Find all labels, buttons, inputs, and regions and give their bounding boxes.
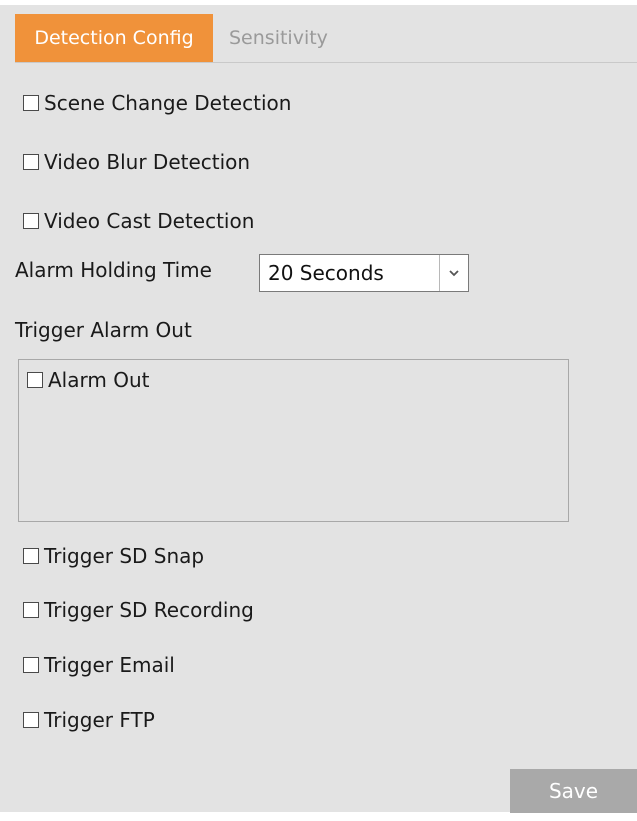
alarm-out-label: Alarm Out	[48, 368, 150, 392]
trigger-ftp-checkbox[interactable]	[23, 712, 39, 728]
trigger-sd-recording-label: Trigger SD Recording	[44, 598, 254, 622]
tab-detection-config[interactable]: Detection Config	[15, 14, 213, 62]
video-cast-detection-label: Video Cast Detection	[44, 209, 255, 233]
alarm-out-checkbox[interactable]	[27, 372, 43, 388]
trigger-email-checkbox[interactable]	[23, 657, 39, 673]
trigger-sd-snap-checkbox[interactable]	[23, 548, 39, 564]
scene-change-detection-option[interactable]: Scene Change Detection	[23, 88, 291, 118]
chevron-down-icon[interactable]	[439, 255, 468, 291]
video-cast-detection-checkbox[interactable]	[23, 213, 39, 229]
trigger-sd-recording-checkbox[interactable]	[23, 602, 39, 618]
video-blur-detection-checkbox[interactable]	[23, 154, 39, 170]
alarm-holding-time-label: Alarm Holding Time	[15, 258, 212, 282]
scene-change-detection-checkbox[interactable]	[23, 95, 39, 111]
alarm-holding-time-select[interactable]: 20 Seconds	[259, 254, 469, 292]
alarm-out-option[interactable]: Alarm Out	[27, 365, 149, 395]
tab-bar: Detection Config Sensitivity	[15, 14, 637, 63]
scene-change-detection-label: Scene Change Detection	[44, 91, 292, 115]
alarm-holding-time-value: 20 Seconds	[268, 261, 384, 285]
trigger-sd-snap-label: Trigger SD Snap	[44, 544, 205, 568]
trigger-email-label: Trigger Email	[44, 653, 175, 677]
trigger-sd-recording-option[interactable]: Trigger SD Recording	[23, 595, 254, 625]
alarm-out-list: Alarm Out	[18, 359, 569, 522]
video-blur-detection-label: Video Blur Detection	[44, 150, 251, 174]
video-blur-detection-option[interactable]: Video Blur Detection	[23, 147, 250, 177]
trigger-alarm-out-label: Trigger Alarm Out	[15, 318, 192, 342]
video-cast-detection-option[interactable]: Video Cast Detection	[23, 206, 254, 236]
trigger-email-option[interactable]: Trigger Email	[23, 650, 175, 680]
save-button[interactable]: Save	[510, 769, 637, 813]
tab-sensitivity[interactable]: Sensitivity	[229, 14, 328, 62]
trigger-sd-snap-option[interactable]: Trigger SD Snap	[23, 541, 204, 571]
trigger-ftp-option[interactable]: Trigger FTP	[23, 705, 155, 735]
detection-config-panel: Detection Config Sensitivity Scene Chang…	[0, 5, 637, 813]
trigger-ftp-label: Trigger FTP	[44, 708, 155, 732]
